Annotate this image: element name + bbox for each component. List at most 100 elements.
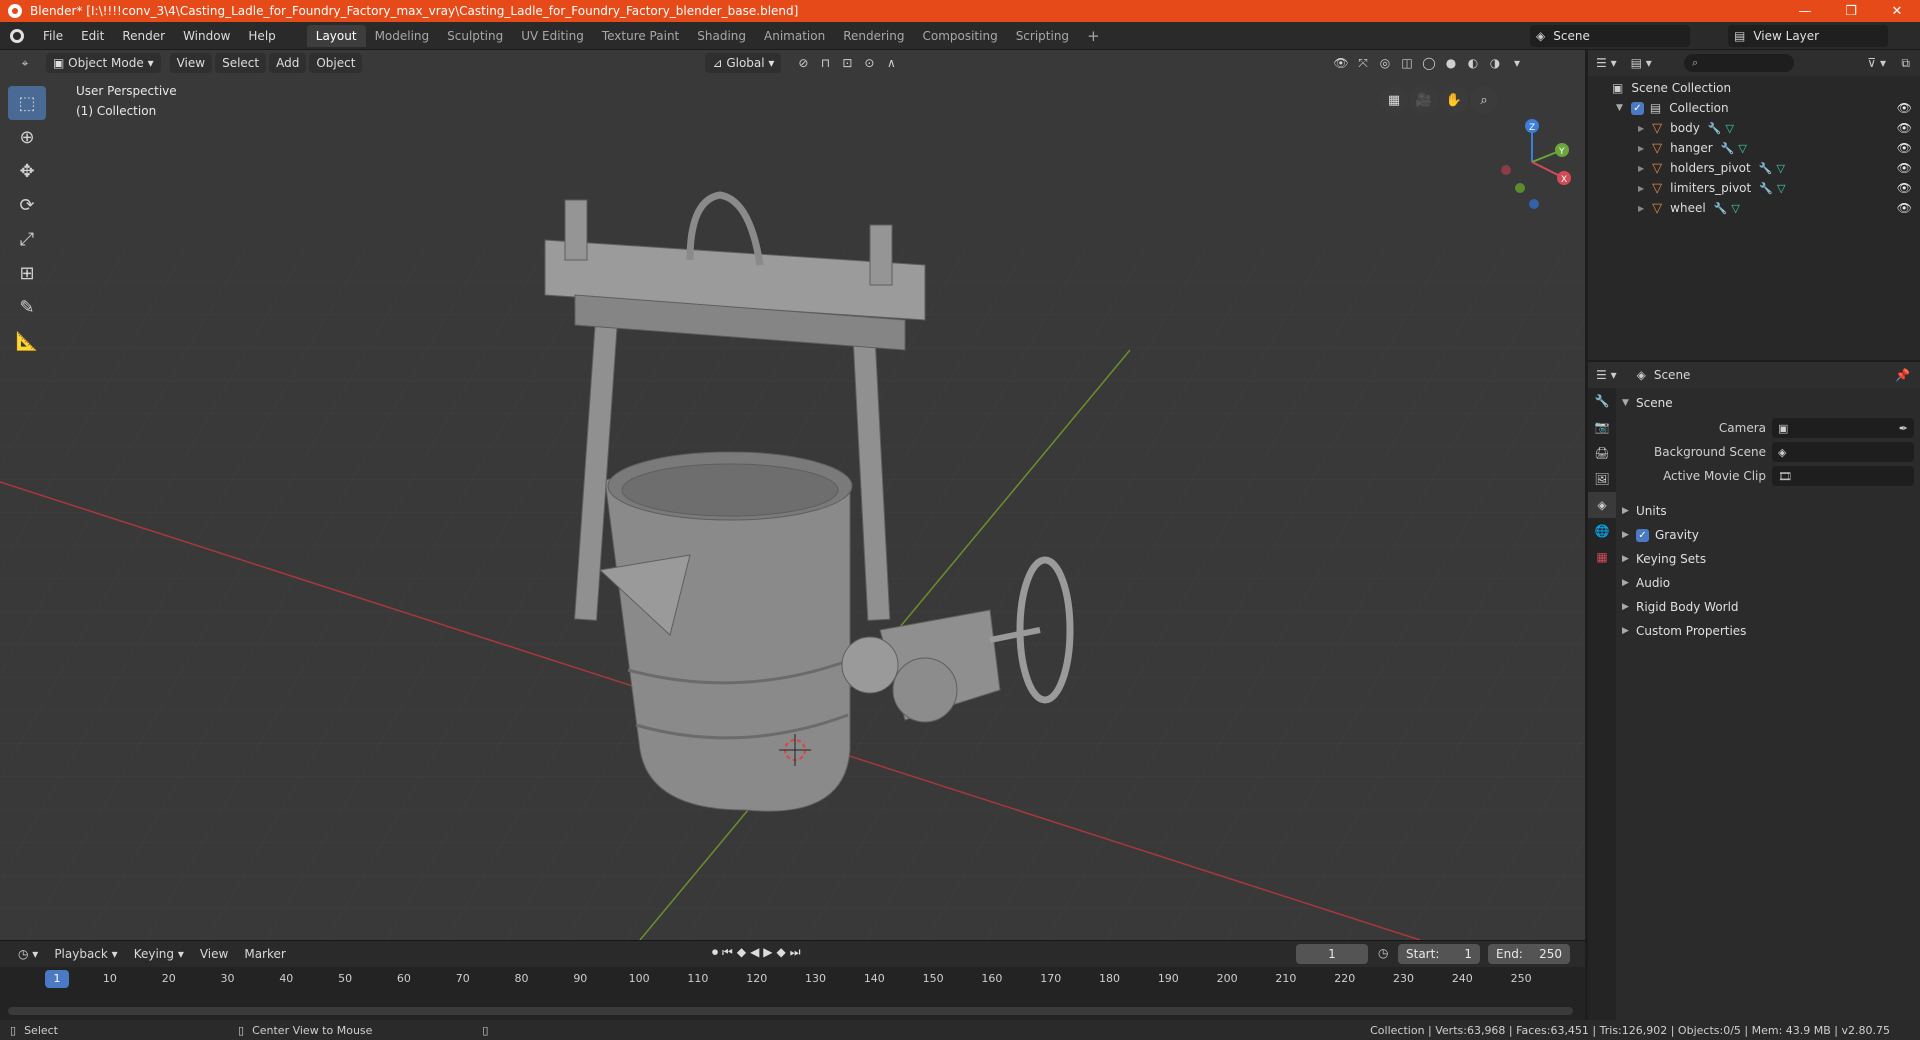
shading-material-icon[interactable]: ◐ xyxy=(1462,53,1484,73)
move-tool-icon[interactable]: ✥ xyxy=(8,154,46,188)
custom-properties-panel-header[interactable]: ▶ Custom Properties xyxy=(1622,620,1912,642)
mesh-data-icon[interactable]: ▽ xyxy=(1776,162,1784,175)
viewport-menu-select[interactable]: Select xyxy=(215,53,267,73)
eye-icon[interactable]: 👁 xyxy=(1897,121,1912,135)
maximize-button[interactable]: ❐ xyxy=(1828,0,1874,22)
background-scene-field[interactable]: ◈ xyxy=(1772,442,1914,462)
collection-checkbox[interactable]: ✓ xyxy=(1630,101,1644,115)
outliner-item-holders-pivot[interactable]: ▶ ▽ holders_pivot 🔧 ▽ 👁 xyxy=(1588,158,1920,178)
add-workspace-button[interactable]: + xyxy=(1078,25,1109,47)
camera-view-icon[interactable]: 🎥 xyxy=(1410,86,1438,114)
overlay-toggle-icon[interactable]: ◎ xyxy=(1374,53,1396,73)
properties-editor-type-icon[interactable]: ☰ ▾ xyxy=(1596,368,1617,382)
outliner-item-wheel[interactable]: ▶ ▽ wheel 🔧 ▽ 👁 xyxy=(1588,198,1920,218)
texture-tab-icon[interactable]: ▦ xyxy=(1588,544,1616,570)
display-mode-icon[interactable]: ▤ ▾ xyxy=(1631,56,1652,70)
pin-icon[interactable]: 📌 xyxy=(1895,368,1910,382)
visibility-icon[interactable]: 👁 xyxy=(1330,53,1352,73)
world-tab-icon[interactable]: 🌐 xyxy=(1588,518,1616,544)
outliner-search-input[interactable]: ⌕ xyxy=(1684,54,1794,72)
measure-tool-icon[interactable]: 📐 xyxy=(8,324,46,358)
modifier-icon[interactable]: 🔧 xyxy=(1708,122,1722,135)
outliner-item-body[interactable]: ▶ ▽ body 🔧 ▽ 👁 xyxy=(1588,118,1920,138)
tab-shading[interactable]: Shading xyxy=(688,25,755,47)
timeline-menu-keying[interactable]: Keying ▾ xyxy=(126,947,192,961)
mesh-data-icon[interactable]: ▽ xyxy=(1726,122,1734,135)
eye-icon[interactable]: 👁 xyxy=(1897,181,1912,195)
mesh-data-icon[interactable]: ▽ xyxy=(1777,182,1785,195)
timeline-scrollbar[interactable] xyxy=(8,1007,1573,1015)
expand-arrow-icon[interactable]: ▶ xyxy=(1638,124,1644,133)
pivot-point-icon[interactable]: ⊘ xyxy=(792,53,814,73)
outliner-editor-type-icon[interactable]: ☰ ▾ xyxy=(1596,56,1617,70)
expand-arrow-icon[interactable]: ▶ xyxy=(1638,164,1644,173)
view-layer-selector[interactable]: ▤ View Layer xyxy=(1728,25,1888,47)
eye-icon[interactable]: 👁 xyxy=(1897,201,1912,215)
record-icon[interactable]: ⏺ xyxy=(712,945,718,960)
rotate-tool-icon[interactable]: ⟳ xyxy=(8,188,46,222)
outliner-scene-collection[interactable]: ▣ Scene Collection xyxy=(1588,78,1920,98)
timeline-menu-view[interactable]: View xyxy=(192,947,236,961)
current-frame-field[interactable]: 1 xyxy=(1296,944,1368,964)
tab-texture-paint[interactable]: Texture Paint xyxy=(593,25,688,47)
tab-layout[interactable]: Layout xyxy=(306,24,366,47)
eye-icon[interactable]: 👁 xyxy=(1897,101,1912,115)
expand-arrow-icon[interactable]: ▶ xyxy=(1638,204,1644,213)
shading-solid-icon[interactable]: ● xyxy=(1440,53,1462,73)
eye-icon[interactable]: 👁 xyxy=(1897,141,1912,155)
tab-rendering[interactable]: Rendering xyxy=(834,25,913,47)
active-movie-clip-field[interactable]: 🎞 xyxy=(1772,466,1914,486)
timeline-ruler[interactable]: 1 10 20 30 40 50 60 70 80 90 100 110 120 130 140 150 16… xyxy=(0,967,1585,991)
transform-orientation-selector[interactable]: ⊿ Global ▾ xyxy=(705,53,782,73)
mesh-data-icon[interactable]: ▽ xyxy=(1738,142,1746,155)
mode-selector[interactable]: ▣ Object Mode ▾ xyxy=(46,53,161,73)
zoom-icon[interactable]: ⌕ xyxy=(1470,86,1498,114)
tab-compositing[interactable]: Compositing xyxy=(913,25,1006,47)
transform-tool-icon[interactable]: ⊞ xyxy=(8,256,46,290)
shading-rendered-icon[interactable]: ◑ xyxy=(1484,53,1506,73)
next-keyframe-icon[interactable]: ◆ xyxy=(777,945,786,960)
tab-scripting[interactable]: Scripting xyxy=(1007,25,1078,47)
snap-target-icon[interactable]: ⊡ xyxy=(836,53,858,73)
modifier-icon[interactable]: 🔧 xyxy=(1714,202,1728,215)
filter-icon[interactable]: ⊽ ▾ xyxy=(1867,56,1886,70)
camera-field[interactable]: ▣ ✒ xyxy=(1772,418,1914,438)
timeline-editor-type-icon[interactable]: ◷ ▾ xyxy=(10,947,46,961)
tab-uv-editing[interactable]: UV Editing xyxy=(512,25,593,47)
shading-options-icon[interactable]: ▾ xyxy=(1506,53,1528,73)
pan-hand-icon[interactable]: ✋ xyxy=(1440,86,1468,114)
viewport-menu-object[interactable]: Object xyxy=(309,53,363,73)
expand-arrow-icon[interactable]: ▼ xyxy=(1616,103,1623,113)
xray-icon[interactable]: ◫ xyxy=(1396,53,1418,73)
tab-animation[interactable]: Animation xyxy=(755,25,834,47)
menu-window[interactable]: Window xyxy=(174,25,239,47)
keying-sets-panel-header[interactable]: ▶ Keying Sets xyxy=(1622,548,1912,570)
view-layer-tab-icon[interactable]: 🖼 xyxy=(1588,466,1616,492)
outliner-collection[interactable]: ▼ ✓ ▤ Collection 👁 xyxy=(1588,98,1920,118)
menu-edit[interactable]: Edit xyxy=(72,25,113,47)
play-reverse-icon[interactable]: ◀ xyxy=(750,945,759,960)
expand-arrow-icon[interactable]: ▶ xyxy=(1638,184,1644,193)
tab-modeling[interactable]: Modeling xyxy=(366,25,439,47)
cursor-tool-icon[interactable]: ⊕ xyxy=(8,120,46,154)
timeline-menu-playback[interactable]: Playback ▾ xyxy=(46,947,125,961)
3d-viewport[interactable]: Z Y X ⌖ ▣ Object Mode ▾ View Select Add … xyxy=(0,50,1585,940)
new-collection-icon[interactable]: ⧉ xyxy=(1901,56,1910,71)
close-button[interactable]: ✕ xyxy=(1874,0,1920,22)
preview-range-icon[interactable]: ◷ xyxy=(1378,946,1388,960)
eye-icon[interactable]: 👁 xyxy=(1897,161,1912,175)
scale-tool-icon[interactable]: ⤢ xyxy=(8,222,46,256)
menu-render[interactable]: Render xyxy=(113,25,174,47)
expand-arrow-icon[interactable]: ▶ xyxy=(1638,144,1644,153)
end-frame-field[interactable]: End: 250 xyxy=(1488,944,1570,964)
viewport-menu-add[interactable]: Add xyxy=(269,53,307,73)
rigid-body-world-panel-header[interactable]: ▶ Rigid Body World xyxy=(1622,596,1912,618)
gravity-checkbox[interactable]: ✓ xyxy=(1636,528,1649,542)
blender-menu-icon[interactable] xyxy=(0,25,34,47)
shading-wireframe-icon[interactable]: ◯ xyxy=(1418,53,1440,73)
frame-indicator[interactable]: 1 xyxy=(45,970,69,988)
render-tab-icon[interactable]: 📷 xyxy=(1588,414,1616,440)
menu-file[interactable]: File xyxy=(34,25,72,47)
editor-type-icon[interactable]: ⌖ xyxy=(14,53,36,73)
scene-selector[interactable]: ◈ Scene xyxy=(1530,25,1690,47)
